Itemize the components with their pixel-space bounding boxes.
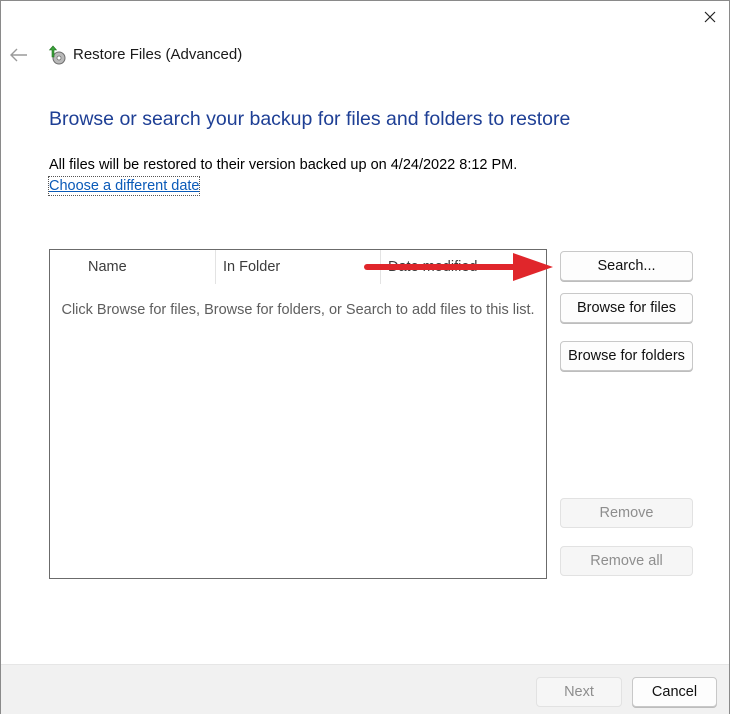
column-divider[interactable] (380, 250, 381, 284)
column-header-name[interactable]: Name (88, 250, 127, 284)
list-header: Name In Folder Date modified (50, 250, 546, 284)
browse-for-folders-button[interactable]: Browse for folders (560, 341, 693, 371)
page-heading: Browse or search your backup for files a… (49, 108, 571, 130)
column-divider[interactable] (215, 250, 216, 284)
column-header-in-folder[interactable]: In Folder (223, 250, 280, 284)
search-button[interactable]: Search... (560, 251, 693, 281)
remove-all-button[interactable]: Remove all (560, 546, 693, 576)
footer-bar: Next Cancel (1, 664, 729, 714)
cancel-button[interactable]: Cancel (632, 677, 717, 707)
close-button[interactable] (691, 1, 729, 33)
restore-files-icon (48, 45, 66, 65)
window-title: Restore Files (Advanced) (73, 46, 243, 63)
file-list[interactable]: Name In Folder Date modified Click Brows… (49, 249, 547, 579)
next-button[interactable]: Next (536, 677, 622, 707)
back-button[interactable] (7, 43, 31, 67)
browse-for-files-button[interactable]: Browse for files (560, 293, 693, 323)
restore-date-info: All files will be restored to their vers… (49, 157, 518, 173)
back-arrow-icon (10, 48, 27, 62)
restore-files-window: Restore Files (Advanced) Browse or searc… (0, 0, 730, 714)
close-icon (704, 11, 716, 23)
choose-different-date-link[interactable]: Choose a different date (47, 176, 201, 196)
column-header-date-modified[interactable]: Date modified (388, 250, 477, 284)
remove-button[interactable]: Remove (560, 498, 693, 528)
empty-list-message: Click Browse for files, Browse for folde… (61, 302, 535, 318)
